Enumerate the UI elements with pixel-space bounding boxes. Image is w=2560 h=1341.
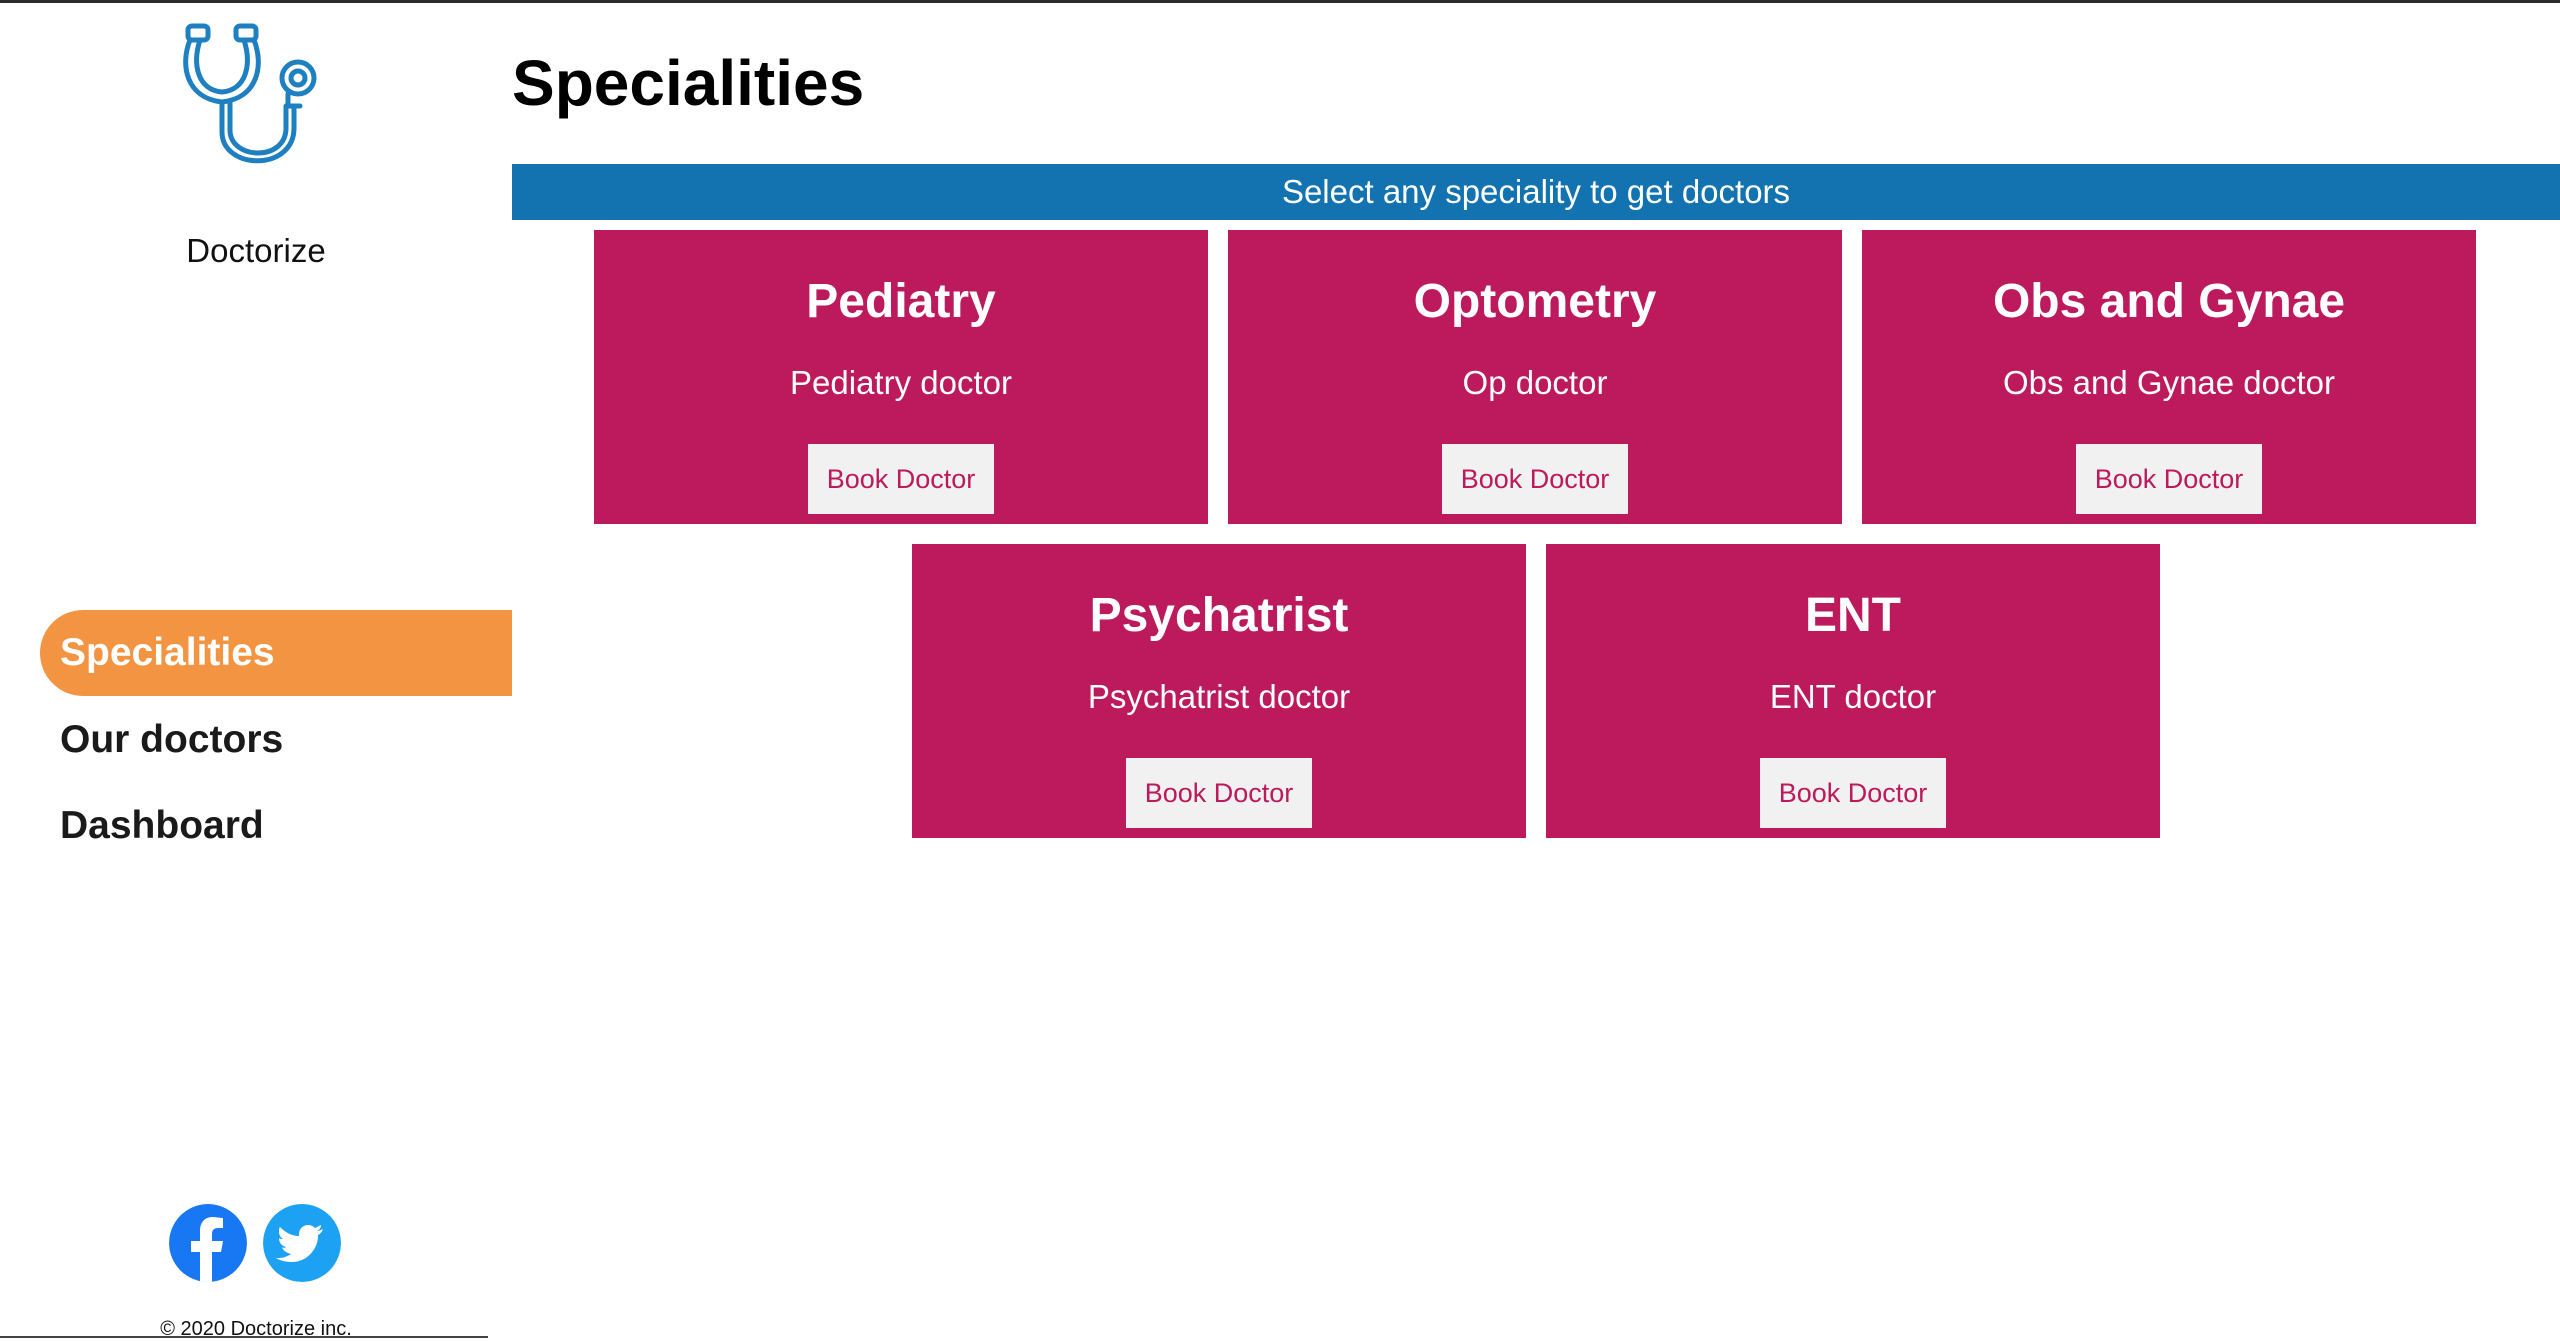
card-description: Op doctor xyxy=(1462,364,1608,401)
speciality-card-obs-gynae[interactable]: Obs and Gynae Obs and Gynae doctor Book … xyxy=(1862,230,2476,524)
speciality-card-pediatry[interactable]: Pediatry Pediatry doctor Book Doctor xyxy=(594,230,1208,524)
footer-divider xyxy=(0,1336,488,1338)
card-title: Psychatrist xyxy=(1089,589,1349,642)
card-title: Obs and Gynae xyxy=(1992,275,2346,328)
brand-name: Doctorize xyxy=(186,232,326,269)
speciality-card-optometry[interactable]: Optometry Op doctor Book Doctor xyxy=(1228,230,1842,524)
book-doctor-button[interactable]: Book Doctor xyxy=(2076,444,2262,514)
book-doctor-button[interactable]: Book Doctor xyxy=(1760,758,1946,828)
book-doctor-button[interactable]: Book Doctor xyxy=(1442,444,1628,514)
card-description: ENT doctor xyxy=(1769,678,1937,715)
stethoscope-icon xyxy=(183,23,317,164)
facebook-icon[interactable] xyxy=(169,1204,247,1282)
card-title: Optometry xyxy=(1413,275,1657,328)
page-title: Specialities xyxy=(512,47,865,119)
nav-item-dashboard[interactable]: Dashboard xyxy=(40,783,512,869)
speciality-banner: Select any speciality to get doctors xyxy=(512,164,2560,220)
nav-item-specialities[interactable]: Specialities xyxy=(40,610,512,696)
card-title: Pediatry xyxy=(806,275,996,328)
card-title: ENT xyxy=(1805,589,1901,642)
card-description: Pediatry doctor xyxy=(790,364,1012,401)
speciality-card-ent[interactable]: ENT ENT doctor Book Doctor xyxy=(1546,544,2160,838)
nav-item-our-doctors[interactable]: Our doctors xyxy=(40,697,512,783)
sidebar: Doctorize Specialities Our doctors Dashb… xyxy=(0,0,512,1340)
card-description: Obs and Gynae doctor xyxy=(2002,364,2336,401)
book-doctor-button[interactable]: Book Doctor xyxy=(808,444,994,514)
speciality-card-psychatrist[interactable]: Psychatrist Psychatrist doctor Book Doct… xyxy=(912,544,1526,838)
card-description: Psychatrist doctor xyxy=(1087,678,1351,715)
twitter-icon[interactable] xyxy=(263,1204,341,1282)
book-doctor-button[interactable]: Book Doctor xyxy=(1126,758,1312,828)
